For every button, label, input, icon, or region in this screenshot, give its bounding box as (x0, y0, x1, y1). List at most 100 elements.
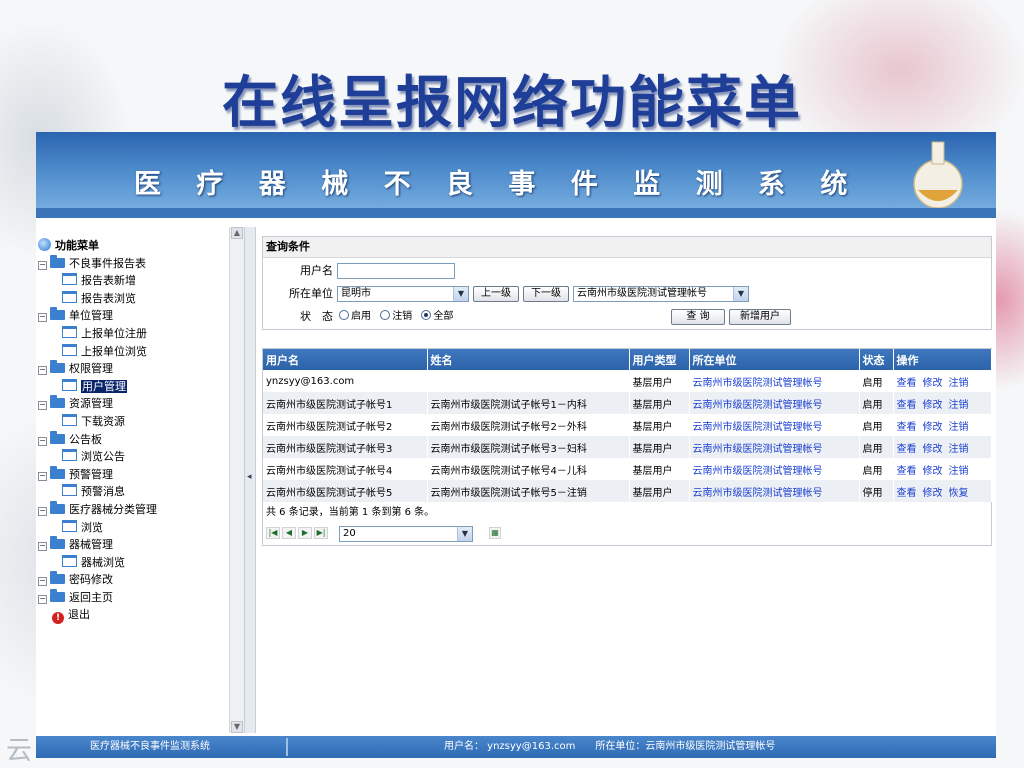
action-link[interactable]: 查看 (897, 400, 917, 411)
sidebar-item[interactable]: − 预警管理 (38, 465, 228, 484)
action-link[interactable]: 修改 (923, 378, 943, 389)
sidebar-item[interactable]: − 返回主页 (38, 588, 228, 607)
page-size-select[interactable]: 20 ▼ (339, 526, 473, 542)
prev-page-icon[interactable]: ◀ (282, 527, 296, 539)
first-page-icon[interactable]: |◀ (266, 527, 280, 539)
down-level-button[interactable]: 下一级 (523, 286, 569, 302)
action-link[interactable]: 修改 (923, 466, 943, 477)
expand-toggle-icon[interactable]: − (38, 401, 47, 411)
action-link[interactable]: 恢复 (949, 488, 969, 499)
sidebar-item[interactable]: − 公告板 (38, 430, 228, 449)
unit-link[interactable]: 云南州市级医院测试管理帐号 (693, 422, 823, 433)
sidebar-item[interactable]: 器械浏览 (38, 554, 228, 572)
action-link[interactable]: 注销 (949, 444, 969, 455)
sidebar-item[interactable]: 报告表浏览 (38, 290, 228, 308)
column-header[interactable]: 状态 (859, 349, 894, 370)
sidebar-item[interactable]: 报告表新增 (38, 272, 228, 290)
table-row[interactable]: 云南州市级医院测试子帐号3 云南州市级医院测试子帐号3－妇科 基层用户 云南州市级医院… (263, 436, 992, 458)
expand-toggle-icon[interactable]: − (38, 436, 47, 446)
sidebar-item[interactable]: 下载资源 (38, 413, 228, 431)
sidebar-item[interactable]: 用户管理 (38, 378, 228, 396)
next-page-icon[interactable]: ▶ (298, 527, 312, 539)
column-header[interactable]: 所在单位 (689, 349, 860, 370)
action-link[interactable]: 注销 (949, 422, 969, 433)
table-row[interactable]: 云南州市级医院测试子帐号2 云南州市级医院测试子帐号2－外科 基层用户 云南州市级医院… (263, 414, 992, 436)
unit-link[interactable]: 云南州市级医院测试管理帐号 (693, 444, 823, 455)
column-header[interactable]: 用户类型 (629, 349, 690, 370)
cell-actions: 查看 修改 注销 (893, 414, 992, 436)
column-header[interactable]: 用户名 (263, 349, 428, 370)
action-link[interactable]: 注销 (949, 466, 969, 477)
sidebar-item[interactable]: 上报单位浏览 (38, 343, 228, 361)
scroll-up-icon[interactable]: ▲ (231, 227, 243, 239)
sidebar-item[interactable]: 预警消息 (38, 483, 228, 501)
cell-unit[interactable]: 云南州市级医院测试管理帐号 (689, 370, 860, 392)
sidebar-item[interactable]: 浏览 (38, 519, 228, 537)
table-row[interactable]: 云南州市级医院测试子帐号4 云南州市级医院测试子帐号4－儿科 基层用户 云南州市级医院… (263, 458, 992, 480)
menu-root[interactable]: 功能菜单 (38, 237, 228, 255)
sidebar-item[interactable]: − 权限管理 (38, 360, 228, 378)
sidebar-scrollbar[interactable]: ▲ ▼ (229, 227, 244, 733)
cell-unit[interactable]: 云南州市级医院测试管理帐号 (689, 458, 860, 480)
table-row[interactable]: 云南州市级医院测试子帐号5 云南州市级医院测试子帐号5－注销 基层用户 云南州市级医院… (263, 480, 992, 502)
action-link[interactable]: 查看 (897, 488, 917, 499)
add-user-button[interactable]: 新增用户 (729, 309, 791, 325)
status-radio-cancelled[interactable]: 注销 (380, 310, 412, 322)
action-link[interactable]: 修改 (923, 422, 943, 433)
expand-toggle-icon[interactable]: − (38, 366, 47, 376)
action-link[interactable]: 查看 (897, 444, 917, 455)
sidebar-item[interactable]: ! 退出 (38, 606, 228, 625)
action-link[interactable]: 注销 (949, 400, 969, 411)
expand-toggle-icon[interactable]: − (38, 506, 47, 516)
up-level-button[interactable]: 上一级 (473, 286, 519, 302)
last-page-icon[interactable]: ▶| (314, 527, 328, 539)
action-link[interactable]: 修改 (923, 488, 943, 499)
scroll-down-icon[interactable]: ▼ (231, 721, 243, 733)
unit-link[interactable]: 云南州市级医院测试管理帐号 (693, 488, 823, 499)
action-link[interactable]: 修改 (923, 400, 943, 411)
action-link[interactable]: 查看 (897, 378, 917, 389)
sidebar-item-label: 不良事件报告表 (69, 256, 146, 270)
unit-link[interactable]: 云南州市级医院测试管理帐号 (693, 378, 823, 389)
action-link[interactable]: 修改 (923, 444, 943, 455)
sidebar-item[interactable]: 浏览公告 (38, 448, 228, 466)
table-row[interactable]: 云南州市级医院测试子帐号1 云南州市级医院测试子帐号1－内科 基层用户 云南州市级医院… (263, 392, 992, 414)
status-radio-group: 启用 注销 全部 (339, 307, 453, 327)
sidebar-item[interactable]: 上报单位注册 (38, 325, 228, 343)
expand-toggle-icon[interactable]: − (38, 313, 47, 323)
action-link[interactable]: 查看 (897, 466, 917, 477)
status-radio-all[interactable]: 全部 (421, 310, 453, 322)
column-header[interactable]: 姓名 (427, 349, 630, 370)
expand-toggle-icon[interactable]: − (38, 577, 47, 587)
sidebar-item[interactable]: − 单位管理 (38, 307, 228, 325)
cell-unit[interactable]: 云南州市级医院测试管理帐号 (689, 436, 860, 458)
unit-link[interactable]: 云南州市级医院测试管理帐号 (693, 400, 823, 411)
cell-unit[interactable]: 云南州市级医院测试管理帐号 (689, 480, 860, 502)
city-select[interactable]: 昆明市 ▼ (337, 286, 469, 302)
expand-toggle-icon[interactable]: − (38, 542, 47, 552)
expand-toggle-icon[interactable]: − (38, 260, 47, 270)
cell-unit[interactable]: 云南州市级医院测试管理帐号 (689, 414, 860, 436)
unit-account-select[interactable]: 云南州市级医院测试管理帐号 ▼ (573, 286, 749, 302)
sidebar-item[interactable]: − 资源管理 (38, 395, 228, 413)
action-link[interactable]: 查看 (897, 422, 917, 433)
sidebar-item[interactable]: − 不良事件报告表 (38, 254, 228, 273)
expand-toggle-icon[interactable]: − (38, 594, 47, 604)
expand-toggle-icon[interactable]: − (38, 471, 47, 481)
export-excel-icon[interactable]: ▦ (489, 527, 501, 539)
status-radio-enabled[interactable]: 启用 (339, 310, 371, 322)
collapse-arrow-icon[interactable]: ◂ (247, 472, 252, 482)
sidebar-item[interactable]: − 医疗器械分类管理 (38, 500, 228, 519)
action-link[interactable]: 注销 (949, 378, 969, 389)
chevron-down-icon: ▼ (733, 287, 748, 301)
search-button[interactable]: 查 询 (671, 309, 725, 325)
status-divider (286, 738, 288, 756)
sidebar-item[interactable]: − 器械管理 (38, 536, 228, 554)
panel-splitter[interactable]: ◂ (245, 227, 256, 733)
sidebar-item[interactable]: − 密码修改 (38, 571, 228, 589)
username-input[interactable] (337, 263, 455, 279)
unit-link[interactable]: 云南州市级医院测试管理帐号 (693, 466, 823, 477)
table-row[interactable]: ynzsyy@163.com 基层用户 云南州市级医院测试管理帐号 启用 查看 修改 注销 (263, 370, 992, 392)
cell-unit[interactable]: 云南州市级医院测试管理帐号 (689, 392, 860, 414)
column-header[interactable]: 操作 (893, 349, 992, 370)
